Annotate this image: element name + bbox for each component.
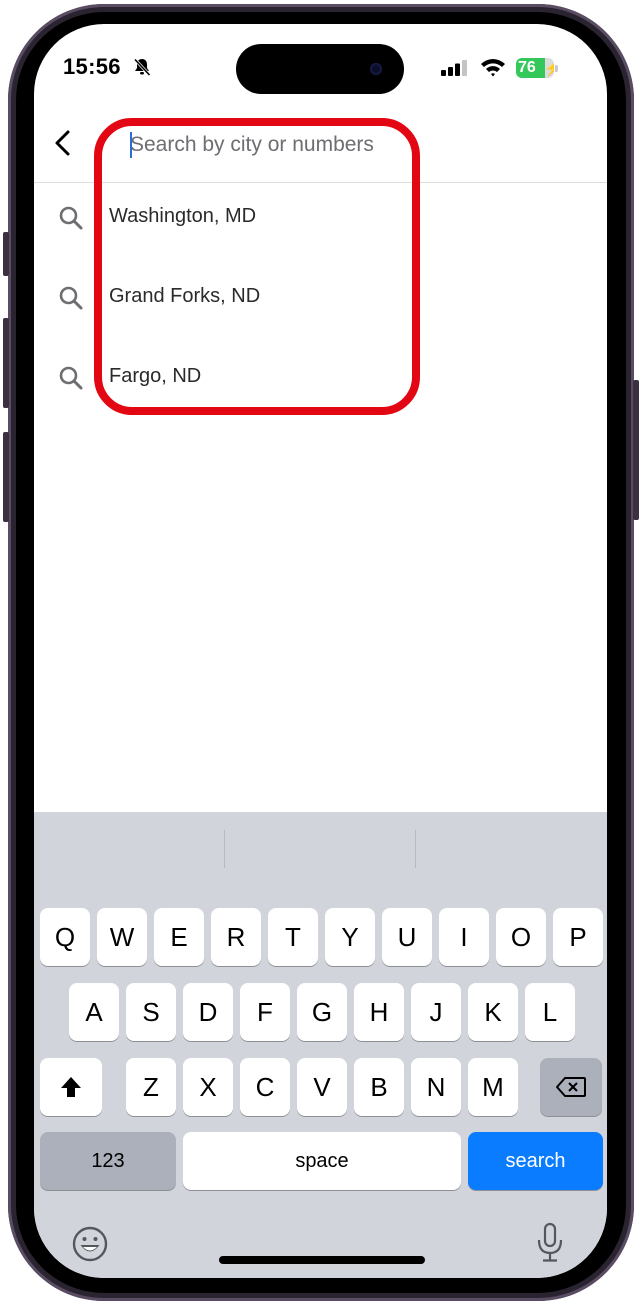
search-icon bbox=[59, 206, 83, 230]
search-icon bbox=[59, 366, 83, 390]
key-w[interactable]: W bbox=[97, 908, 147, 966]
emoji-icon[interactable] bbox=[70, 1224, 110, 1264]
back-button[interactable] bbox=[52, 128, 74, 158]
key-i[interactable]: I bbox=[439, 908, 489, 966]
front-camera bbox=[370, 63, 382, 75]
key-q[interactable]: Q bbox=[40, 908, 90, 966]
keyboard: 123 space search QWERTYUIOP ASDFGHJKL ZXCV… bbox=[34, 812, 607, 1278]
key-d[interactable]: D bbox=[183, 983, 233, 1041]
battery-indicator: 76 ⚡ bbox=[516, 58, 560, 78]
suggestion-label: Fargo, ND bbox=[109, 365, 202, 387]
key-n[interactable]: N bbox=[411, 1058, 461, 1116]
key-h[interactable]: H bbox=[354, 983, 404, 1041]
key-t[interactable]: T bbox=[268, 908, 318, 966]
key-p[interactable]: P bbox=[553, 908, 603, 966]
suggestion-label: Washington, MD bbox=[109, 205, 257, 227]
key-c[interactable]: C bbox=[240, 1058, 290, 1116]
key-o[interactable]: O bbox=[496, 908, 546, 966]
key-y[interactable]: Y bbox=[325, 908, 375, 966]
status-time: 15:56 bbox=[63, 54, 121, 79]
delete-backward-icon bbox=[556, 1077, 586, 1097]
numbers-key[interactable]: 123 bbox=[40, 1132, 176, 1190]
key-k[interactable]: K bbox=[468, 983, 518, 1041]
battery-cap bbox=[555, 65, 558, 72]
microphone-icon[interactable] bbox=[534, 1222, 566, 1264]
prediction-separator bbox=[415, 830, 416, 868]
header-divider bbox=[34, 182, 607, 183]
key-f[interactable]: F bbox=[240, 983, 290, 1041]
volume-down-button bbox=[3, 432, 9, 522]
space-key[interactable]: space bbox=[183, 1132, 461, 1190]
suggestion-item[interactable]: Fargo, ND bbox=[34, 347, 607, 407]
key-m[interactable]: M bbox=[468, 1058, 518, 1116]
key-s[interactable]: S bbox=[126, 983, 176, 1041]
key-r[interactable]: R bbox=[211, 908, 261, 966]
prediction-separator bbox=[224, 830, 225, 868]
power-button bbox=[633, 380, 639, 520]
bell-slash-icon bbox=[133, 58, 151, 77]
search-key[interactable]: search bbox=[468, 1132, 603, 1190]
home-indicator[interactable] bbox=[219, 1256, 425, 1264]
key-u[interactable]: U bbox=[382, 908, 432, 966]
delete-key[interactable] bbox=[540, 1058, 602, 1116]
shift-icon bbox=[61, 1077, 81, 1097]
key-v[interactable]: V bbox=[297, 1058, 347, 1116]
text-caret bbox=[130, 132, 132, 158]
key-g[interactable]: G bbox=[297, 983, 347, 1041]
key-x[interactable]: X bbox=[183, 1058, 233, 1116]
volume-up-button bbox=[3, 318, 9, 408]
key-b[interactable]: B bbox=[354, 1058, 404, 1116]
wifi-icon bbox=[481, 59, 505, 77]
key-j[interactable]: J bbox=[411, 983, 461, 1041]
action-button bbox=[3, 232, 9, 276]
charging-bolt-icon: ⚡ bbox=[544, 60, 554, 76]
battery-body: 76 ⚡ bbox=[516, 58, 554, 78]
key-e[interactable]: E bbox=[154, 908, 204, 966]
battery-percent: 76 bbox=[518, 59, 536, 76]
shift-key[interactable] bbox=[40, 1058, 102, 1116]
key-z[interactable]: Z bbox=[126, 1058, 176, 1116]
dynamic-island bbox=[236, 44, 404, 94]
screen: 15:56 76 ⚡ Washington, MD bbox=[34, 24, 607, 1278]
suggestion-item[interactable]: Grand Forks, ND bbox=[34, 267, 607, 327]
key-l[interactable]: L bbox=[525, 983, 575, 1041]
search-input[interactable] bbox=[130, 128, 410, 162]
suggestion-label: Grand Forks, ND bbox=[109, 285, 261, 307]
search-field[interactable] bbox=[130, 128, 410, 162]
cellular-signal-icon bbox=[441, 60, 467, 76]
key-a[interactable]: A bbox=[69, 983, 119, 1041]
search-icon bbox=[59, 286, 83, 310]
suggestion-item[interactable]: Washington, MD bbox=[34, 187, 607, 247]
